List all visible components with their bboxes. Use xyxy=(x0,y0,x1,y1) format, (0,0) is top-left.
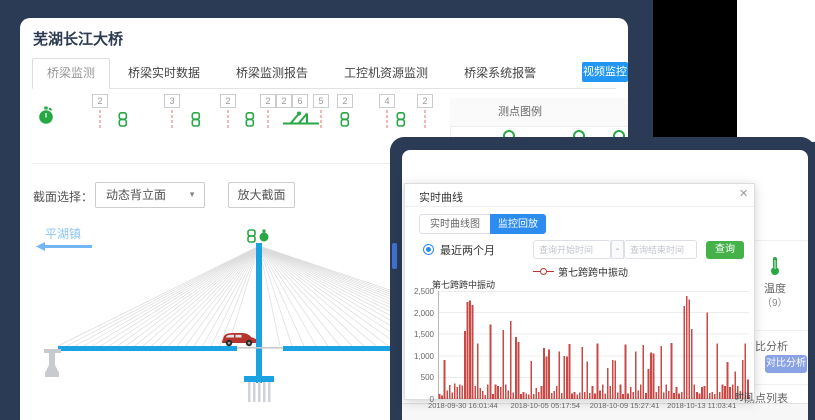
screen: 芜湖长江大桥 桥梁监测桥梁实时数据桥梁监测报告工控机资源监测桥梁系统报警 视频监… xyxy=(0,0,815,420)
sensor-count-badge: 2 xyxy=(92,94,108,108)
section-divider xyxy=(32,163,446,164)
sensor-count-badge: 5 xyxy=(313,94,329,108)
bridge-tower xyxy=(256,243,262,383)
section-select-dropdown[interactable]: 动态背立面 ▼ xyxy=(95,182,205,208)
sensor-dashed-line xyxy=(228,110,229,128)
car xyxy=(222,333,256,346)
sensor-dashed-line xyxy=(268,110,269,128)
tower-top-sensor-icons xyxy=(248,230,269,243)
y-axis-title: 第七跨跨中振动 xyxy=(432,278,495,291)
bridge-cables xyxy=(58,246,402,346)
sensor-count-badge: 4 xyxy=(379,94,395,108)
query-button[interactable]: 查询 xyxy=(706,241,744,259)
sensor-count-badge: 2 xyxy=(337,94,353,108)
gauge-icon xyxy=(38,106,55,130)
sensor-count-badge: 2 xyxy=(220,94,236,108)
chain-link-icon xyxy=(245,112,256,132)
point-legend-header: 测点图例 xyxy=(450,98,628,127)
radio-last-two-months[interactable] xyxy=(423,244,434,255)
sensor-dashed-line xyxy=(321,110,322,128)
x-tick-label: 2018-10-09 15:27:41 xyxy=(590,401,660,410)
sensor-dashed-line xyxy=(387,110,388,128)
chart-legend[interactable]: 第七跨跨中振动 xyxy=(405,264,756,279)
y-tick-label: 1,500 xyxy=(405,330,434,339)
chain-link-icon xyxy=(340,112,351,132)
sensor-count-badge: 2 xyxy=(276,94,292,108)
sensor-count-badge: 2 xyxy=(260,94,276,108)
bridge-deck-right xyxy=(283,346,402,351)
y-tick-label: 1,000 xyxy=(405,352,434,361)
x-tick-label: 2018-10-13 11:03:41 xyxy=(667,401,736,410)
x-tick-label: 2018-09-30 16:01:44 xyxy=(428,401,498,410)
compare-analysis-button[interactable]: 对比分析 xyxy=(765,355,807,373)
modal-title: 实时曲线 xyxy=(419,189,463,205)
vibration-chart[interactable] xyxy=(438,291,749,399)
enlarge-section-button[interactable]: 放大截面 xyxy=(228,182,295,208)
legend-series-name: 第七跨跨中振动 xyxy=(558,264,628,279)
sensor-count-badge: 6 xyxy=(292,94,308,108)
x-tick-label: 2018-10-05 05:17:54 xyxy=(510,401,580,410)
section-select-value: 动态背立面 xyxy=(106,188,166,202)
realtime-curve-modal: 实时曲线 ✕ 实时曲线图 监控回放 最近两个月 - 查询 第七跨跨中振动 第七跨… xyxy=(404,183,755,400)
bridge-deck-left xyxy=(58,346,237,351)
tab-monitor-playback[interactable]: 监控回放 xyxy=(490,214,546,234)
y-tick-label: 2,000 xyxy=(405,309,434,318)
modal-header-divider xyxy=(405,206,754,207)
chain-link-icon xyxy=(118,112,129,132)
legend-marker-icon xyxy=(533,268,554,275)
date-range-separator: - xyxy=(611,240,624,259)
close-icon[interactable]: ✕ xyxy=(739,187,748,200)
temperature-count: （9） xyxy=(762,294,788,309)
query-end-time-input[interactable] xyxy=(624,240,697,259)
background-window-fragment xyxy=(737,0,815,142)
sensor-count-badge: 2 xyxy=(417,94,433,108)
bridge-sensor-icon xyxy=(282,110,320,132)
x-axis-title: 时间 xyxy=(735,390,753,403)
chain-link-icon xyxy=(191,112,202,132)
chain-link-icon xyxy=(396,112,407,132)
bridge-pier xyxy=(44,349,61,377)
query-start-time-input[interactable] xyxy=(533,240,611,259)
vibration-bars xyxy=(439,296,749,399)
radio-label: 最近两个月 xyxy=(440,242,495,258)
sensor-count-badge: 3 xyxy=(164,94,180,108)
chevron-down-icon: ▼ xyxy=(188,183,196,207)
sensor-status-row: 2322265242 xyxy=(20,18,628,148)
bridge-diagram xyxy=(30,213,402,413)
sensor-dashed-line xyxy=(100,110,101,128)
desktop-black-region xyxy=(653,0,737,140)
y-tick-label: 2,500 xyxy=(405,287,434,296)
sensor-dashed-line xyxy=(172,110,173,128)
tower-piles xyxy=(248,382,271,402)
section-select-label: 截面选择： xyxy=(33,188,93,205)
tower-pile-cap xyxy=(244,376,274,382)
sensor-dashed-line xyxy=(425,110,426,128)
thermometer-icon xyxy=(768,256,782,276)
y-tick-label: 500 xyxy=(405,373,434,382)
bridge-deck-joint xyxy=(237,347,283,349)
tab-realtime-curve[interactable]: 实时曲线图 xyxy=(419,214,491,234)
scrollbar-thumb[interactable] xyxy=(392,243,397,269)
